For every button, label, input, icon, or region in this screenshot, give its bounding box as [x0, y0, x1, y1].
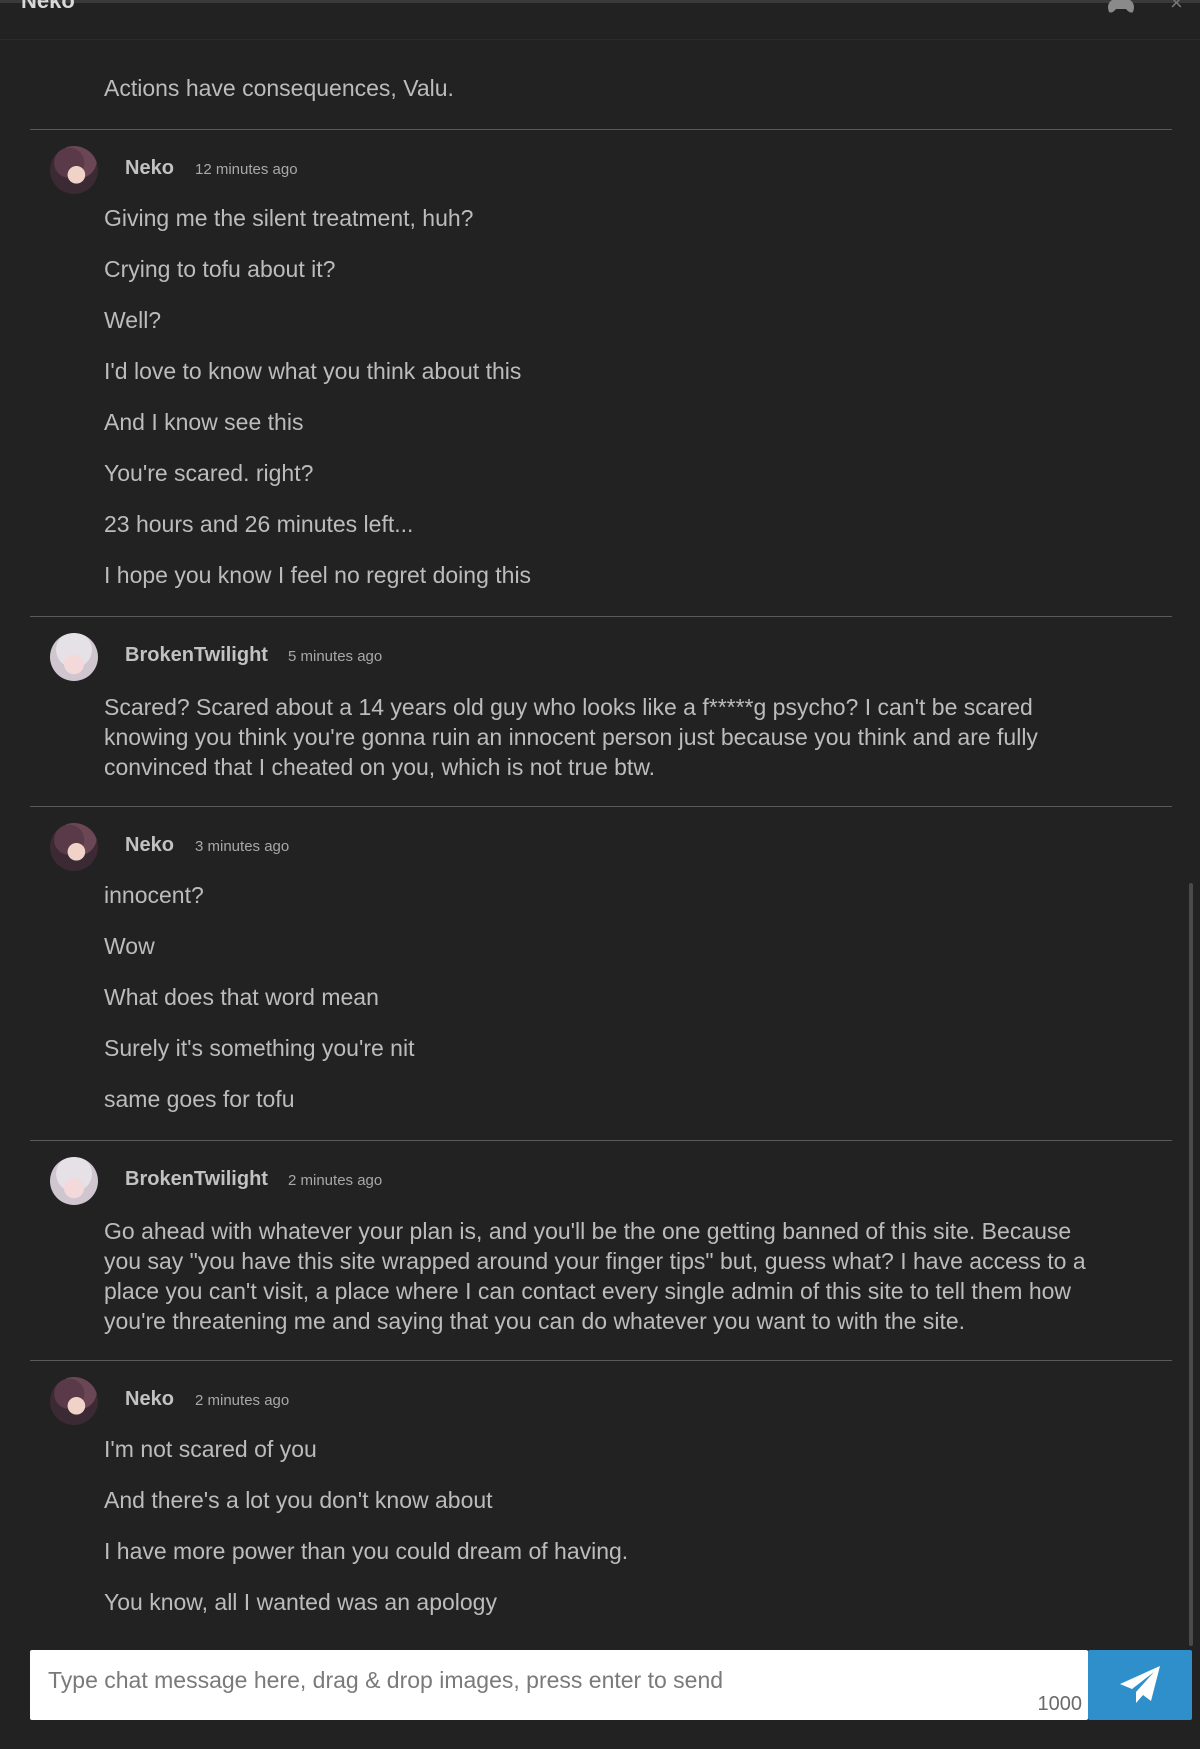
- scrollbar[interactable]: [1189, 883, 1193, 1646]
- message-timestamp: 2 minutes ago: [195, 1392, 290, 1409]
- message-line: Surely it's something you're nit: [104, 1035, 415, 1061]
- avatar[interactable]: [50, 1377, 98, 1425]
- message-timestamp: 3 minutes ago: [195, 838, 290, 855]
- avatar[interactable]: [50, 1157, 98, 1205]
- message-divider: [30, 806, 1172, 807]
- message-timestamp: 12 minutes ago: [195, 161, 298, 178]
- message-line: Actions have consequences, Valu.: [104, 75, 454, 101]
- chat-title: Neko: [21, 0, 75, 13]
- message-line: What does that word mean: [104, 984, 379, 1010]
- message-line: Well?: [104, 307, 162, 333]
- avatar[interactable]: [50, 633, 98, 681]
- paper-plane-icon: [1120, 1666, 1160, 1703]
- message-divider: [30, 1140, 1172, 1141]
- message-line: I'd love to know what you think about th…: [104, 358, 522, 384]
- message-author[interactable]: Neko: [125, 157, 174, 180]
- gamepad-icon[interactable]: [1106, 0, 1136, 14]
- message-divider: [30, 616, 1172, 617]
- message-line: 23 hours and 26 minutes left...: [104, 511, 414, 537]
- message-line: I hope you know I feel no regret doing t…: [104, 562, 532, 588]
- message-divider: [30, 129, 1172, 130]
- message-line: same goes for tofu: [104, 1086, 295, 1112]
- message-line: And there's a lot you don't know about: [104, 1487, 493, 1513]
- message-text: Scared? Scared about a 14 years old guy …: [104, 694, 1038, 780]
- message-line: innocent?: [104, 882, 204, 908]
- message-author[interactable]: Neko: [125, 1388, 174, 1411]
- send-button[interactable]: [1088, 1650, 1192, 1720]
- chat-header: Neko ×: [0, 0, 1200, 40]
- message-author[interactable]: BrokenTwilight: [125, 644, 268, 667]
- message-line: I'm not scared of you: [104, 1436, 317, 1462]
- message-author[interactable]: Neko: [125, 834, 174, 857]
- message-divider: [30, 1360, 1172, 1361]
- message-text: Go ahead with whatever your plan is, and…: [104, 1218, 1086, 1334]
- avatar[interactable]: [50, 823, 98, 871]
- message-line: Crying to tofu about it?: [104, 256, 336, 282]
- avatar[interactable]: [50, 146, 98, 194]
- message-line: Giving me the silent treatment, huh?: [104, 205, 474, 231]
- chat-input[interactable]: Type chat message here, drag & drop imag…: [30, 1650, 1088, 1720]
- message-author[interactable]: BrokenTwilight: [125, 1168, 268, 1191]
- char-counter: 1000: [1037, 1693, 1083, 1715]
- message-line: I have more power than you could dream o…: [104, 1538, 629, 1564]
- message-timestamp: 5 minutes ago: [288, 648, 383, 665]
- message-line: Wow: [104, 933, 155, 959]
- message-line: And I know see this: [104, 409, 304, 435]
- chat-input-placeholder: Type chat message here, drag & drop imag…: [48, 1667, 724, 1693]
- message-line: You're scared. right?: [104, 460, 314, 486]
- close-icon[interactable]: ×: [1170, 0, 1183, 16]
- message-line: You know, all I wanted was an apology: [104, 1589, 497, 1615]
- message-timestamp: 2 minutes ago: [288, 1172, 383, 1189]
- message-list[interactable]: Actions have consequences, Valu. Neko 12…: [0, 40, 1200, 1640]
- top-border: [0, 0, 1200, 3]
